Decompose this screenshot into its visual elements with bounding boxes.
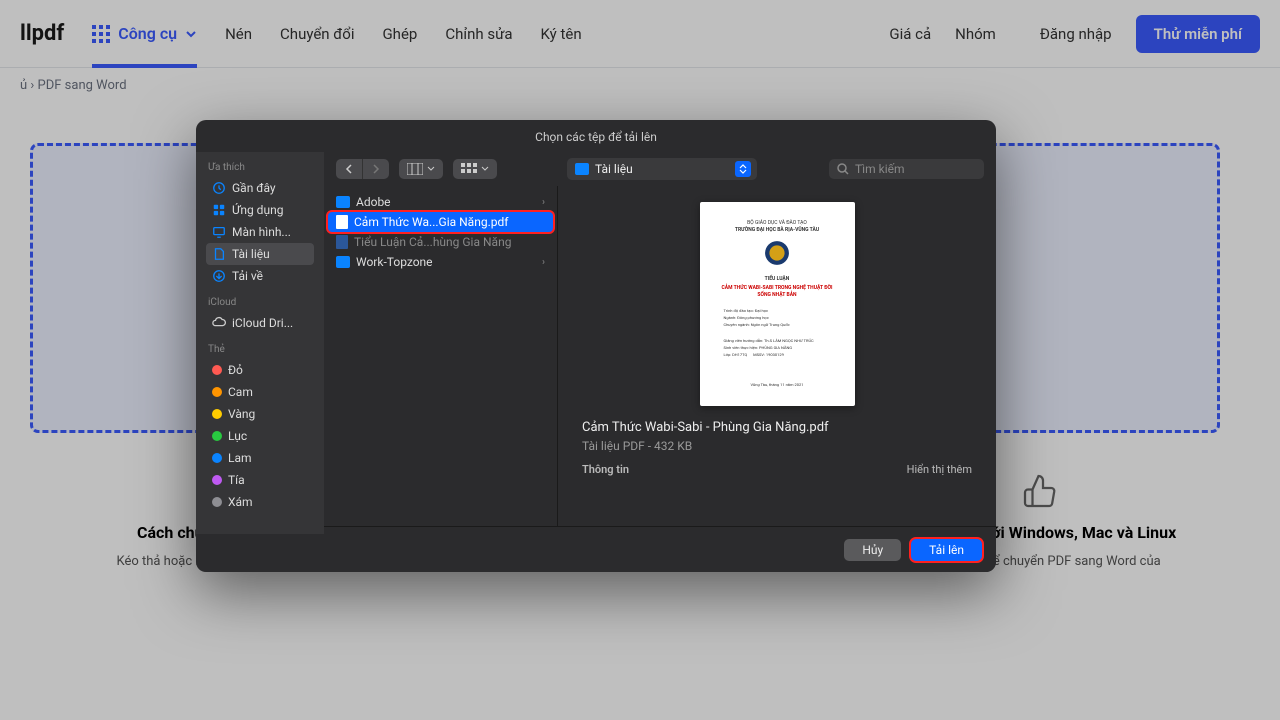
tag-color-dot [212, 431, 222, 441]
sidebar-item-documents[interactable]: Tài liệu [206, 243, 314, 265]
sidebar-item-recent[interactable]: Gần đây [206, 177, 314, 199]
info-label: Thông tin [582, 463, 629, 476]
folder-icon [336, 196, 350, 208]
folder-icon [575, 163, 589, 175]
sidebar-tag-item[interactable]: Xám [206, 491, 314, 513]
tag-color-dot [212, 409, 222, 419]
file-upload-dialog: Chọn các tệp để tải lên Ưa thích Gần đây… [196, 120, 996, 572]
dialog-toolbar: Tài liệu Tìm kiếm [324, 152, 996, 186]
sidebar-heading-favorites: Ưa thích [208, 162, 314, 173]
cancel-button[interactable]: Hủy [844, 539, 901, 561]
document-icon [336, 215, 348, 229]
file-item-word[interactable]: Tiểu Luận Cả...hùng Gia Năng [328, 232, 553, 252]
search-icon [837, 163, 849, 175]
chevron-right-icon [371, 163, 381, 175]
chevron-left-icon [344, 163, 354, 175]
search-input[interactable]: Tìm kiếm [829, 159, 984, 179]
tag-color-dot [212, 497, 222, 507]
apps-icon [212, 203, 226, 217]
view-grid-button[interactable] [453, 159, 497, 179]
grid-icon [461, 163, 477, 175]
desktop-icon [212, 225, 226, 239]
sidebar-tag-item[interactable]: Lục [206, 425, 314, 447]
word-doc-icon [336, 235, 348, 249]
sidebar-heading-icloud: iCloud [208, 297, 314, 308]
dialog-title: Chọn các tệp để tải lên [196, 120, 996, 152]
file-preview-panel: BỘ GIÁO DỤC VÀ ĐÀO TẠO TRƯỜNG ĐẠI HỌC BÀ… [558, 186, 996, 534]
upload-button[interactable]: Tải lên [911, 539, 982, 561]
dialog-footer: Hủy Tải lên [324, 526, 996, 572]
folder-icon [336, 256, 350, 268]
sidebar-tag-item[interactable]: Đỏ [206, 359, 314, 381]
file-item-folder[interactable]: Adobe› [328, 192, 553, 212]
clock-icon [212, 181, 226, 195]
chevron-right-icon: › [542, 257, 545, 268]
chevron-right-icon: › [542, 197, 545, 208]
columns-icon [407, 163, 423, 175]
school-crest-icon [764, 240, 790, 266]
sidebar-item-desktop[interactable]: Màn hình... [206, 221, 314, 243]
sidebar-heading-tags: Thẻ [208, 344, 314, 355]
sidebar-tag-item[interactable]: Vàng [206, 403, 314, 425]
preview-thumbnail: BỘ GIÁO DỤC VÀ ĐÀO TẠO TRƯỜNG ĐẠI HỌC BÀ… [700, 202, 855, 406]
document-icon [212, 247, 226, 261]
download-icon [212, 269, 226, 283]
tag-color-dot [212, 365, 222, 375]
cloud-icon [212, 316, 226, 330]
sidebar-tag-item[interactable]: Lam [206, 447, 314, 469]
file-list: Adobe› Cảm Thức Wa...Gia Năng.pdf Tiểu L… [324, 186, 558, 534]
view-columns-button[interactable] [399, 159, 443, 179]
chevron-down-icon [427, 165, 435, 173]
sidebar-item-icloud[interactable]: iCloud Dri... [206, 312, 314, 334]
preview-meta: Tài liệu PDF - 432 KB [582, 439, 972, 453]
sidebar-tag-item[interactable]: Tía [206, 469, 314, 491]
file-item-folder[interactable]: Work-Topzone› [328, 252, 553, 272]
tag-color-dot [212, 475, 222, 485]
tag-color-dot [212, 453, 222, 463]
preview-filename: Cảm Thức Wabi-Sabi - Phùng Gia Năng.pdf [582, 420, 972, 435]
chevron-down-icon [481, 165, 489, 173]
nav-forward-button[interactable] [363, 159, 389, 179]
location-dropdown[interactable]: Tài liệu [567, 158, 757, 180]
nav-back-button[interactable] [336, 159, 363, 179]
sidebar-item-downloads[interactable]: Tải về [206, 265, 314, 287]
dialog-sidebar: Ưa thích Gần đây Ứng dụng Màn hình... Tà… [196, 152, 324, 534]
file-item-pdf-selected[interactable]: Cảm Thức Wa...Gia Năng.pdf [328, 212, 553, 232]
tag-color-dot [212, 387, 222, 397]
dropdown-arrows-icon [735, 161, 751, 177]
sidebar-item-apps[interactable]: Ứng dụng [206, 199, 314, 221]
location-label: Tài liệu [595, 162, 633, 176]
sidebar-tag-item[interactable]: Cam [206, 381, 314, 403]
show-more-link[interactable]: Hiển thị thêm [907, 463, 972, 476]
